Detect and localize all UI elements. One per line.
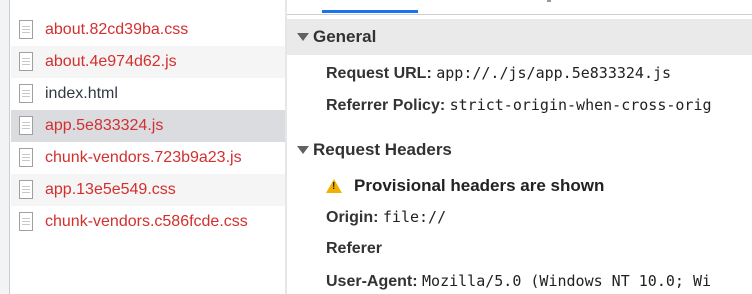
file-name: chunk-vendors.723b9a23.js [45, 149, 242, 166]
request-url-label: Request URL: [326, 65, 432, 82]
referer-row: Referer [326, 240, 382, 258]
file-item[interactable]: about.82cd39ba.css [11, 14, 285, 46]
file-name: about.82cd39ba.css [45, 21, 189, 38]
request-headers-title: Request Headers [313, 140, 452, 159]
file-item[interactable]: chunk-vendors.723b9a23.js [11, 142, 285, 174]
general-section-header[interactable]: General [287, 19, 752, 55]
provisional-warning-text: Provisional headers are shown [354, 176, 605, 195]
file-name: app.5e833324.js [45, 117, 164, 134]
triangle-down-icon [297, 33, 309, 41]
file-icon [19, 84, 33, 103]
file-icon [19, 148, 33, 167]
file-name: app.13e5e549.css [45, 181, 176, 198]
file-item[interactable]: index.html [11, 78, 285, 110]
file-icon [19, 20, 33, 39]
file-icon [19, 52, 33, 71]
referrer-policy-value: strict-origin-when-cross-orig [449, 96, 712, 114]
origin-value: file:// [382, 208, 447, 226]
file-list-panel: about.82cd39ba.css about.4e974d62.js ind… [0, 0, 285, 294]
file-icon [19, 116, 33, 135]
referrer-policy-label: Referrer Policy: [326, 97, 446, 114]
file-name: index.html [45, 85, 118, 102]
file-name: about.4e974d62.js [45, 53, 177, 70]
active-tab-indicator [322, 10, 418, 13]
request-url-value: app://./js/app.5e833324.js [436, 64, 672, 82]
provisional-warning: ! Provisional headers are shown [326, 176, 604, 196]
user-agent-value: Mozilla/5.0 (Windows NT 10.0; Wi [422, 272, 711, 290]
tab-strip [287, 0, 752, 15]
referer-label: Referer [326, 240, 383, 257]
triangle-down-icon [297, 146, 309, 154]
warning-icon: ! [326, 179, 342, 193]
file-name: chunk-vendors.c586fcde.css [45, 213, 248, 230]
file-item[interactable]: about.4e974d62.js [11, 46, 285, 78]
user-agent-label: User-Agent: [326, 273, 418, 290]
user-agent-row: User-Agent: Mozilla/5.0 (Windows NT 10.0… [326, 272, 711, 291]
file-icon [19, 180, 33, 199]
request-headers-section-header[interactable]: Request Headers [287, 132, 752, 168]
tab-fragment [547, 0, 551, 2]
referrer-policy-row: Referrer Policy: strict-origin-when-cros… [326, 96, 712, 115]
file-item[interactable]: chunk-vendors.c586fcde.css [11, 206, 285, 238]
request-url-row: Request URL: app://./js/app.5e833324.js [326, 64, 671, 83]
headers-panel: General Request URL: app://./js/app.5e83… [287, 0, 752, 294]
origin-label: Origin: [326, 209, 379, 226]
panel-gutter [0, 0, 10, 294]
file-list: about.82cd39ba.css about.4e974d62.js ind… [11, 14, 285, 238]
origin-row: Origin: file:// [326, 208, 446, 227]
general-title: General [313, 27, 377, 46]
file-icon [19, 212, 33, 231]
file-item[interactable]: app.13e5e549.css [11, 174, 285, 206]
file-item-selected[interactable]: app.5e833324.js [11, 110, 285, 142]
